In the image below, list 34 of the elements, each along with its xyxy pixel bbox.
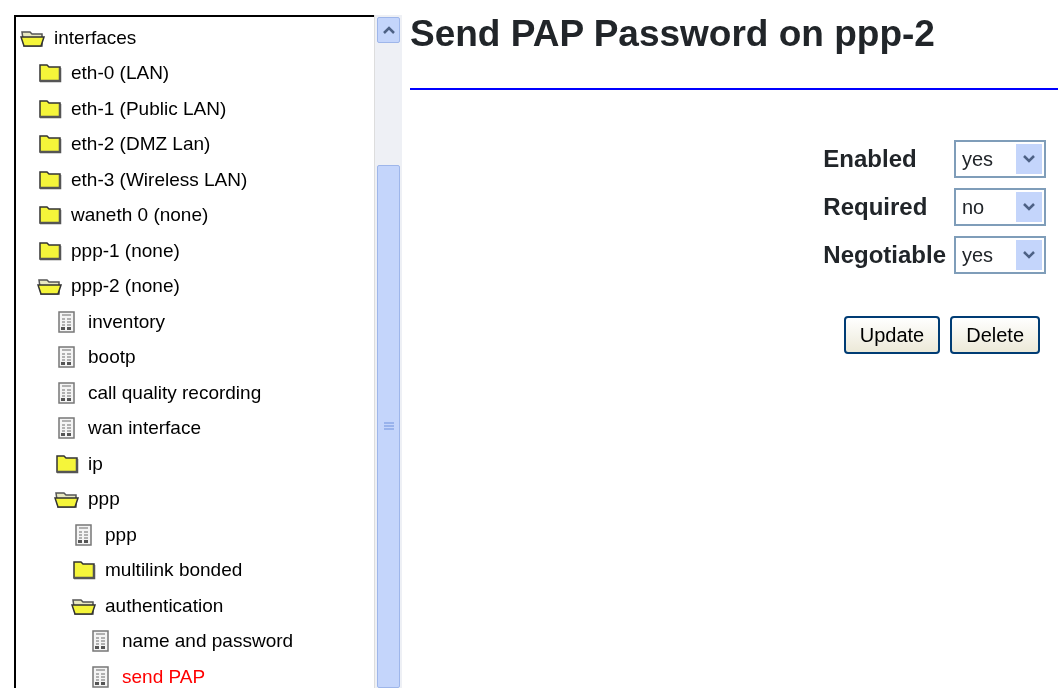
tree-item[interactable]: eth-1 (Public LAN)	[71, 94, 227, 123]
field-label: Negotiable	[823, 239, 946, 270]
tree-item[interactable]: eth-3 (Wireless LAN)	[71, 165, 248, 194]
dropdown[interactable]: yes	[954, 235, 1046, 274]
dropdown[interactable]: yes	[954, 139, 1046, 178]
tree-item[interactable]: send PAP	[122, 662, 206, 688]
tree-item[interactable]: inventory	[88, 307, 166, 336]
tree-item[interactable]: ppp-2 (none)	[71, 272, 180, 301]
tree-item[interactable]: call quality recording	[88, 378, 262, 407]
tree-item[interactable]: ppp	[105, 520, 137, 549]
grip-icon	[382, 421, 395, 432]
chevron-down-icon	[1023, 154, 1035, 163]
tree-item[interactable]: ppp	[88, 485, 120, 514]
field-label: Required	[823, 191, 929, 222]
form-button[interactable]: Delete	[950, 315, 1040, 354]
tree-item[interactable]: ppp-1 (none)	[71, 236, 180, 265]
page-title: Send PAP Password on ppp-2	[410, 14, 936, 55]
tree-item[interactable]: bootp	[88, 343, 136, 372]
tree-item[interactable]: interfaces	[54, 23, 137, 52]
form-button[interactable]: Update	[843, 315, 941, 354]
tree-item[interactable]: name and password	[122, 627, 294, 656]
dropdown[interactable]: no	[954, 187, 1046, 226]
chevron-down-icon	[1023, 250, 1035, 259]
field-label: Enabled	[823, 143, 918, 174]
tree-item[interactable]: ip	[88, 449, 103, 478]
tree-item[interactable]: multilink bonded	[105, 556, 243, 585]
chevron-down-icon	[1023, 202, 1035, 211]
tree-item[interactable]: wan interface	[88, 414, 201, 443]
tree-item[interactable]: eth-2 (DMZ Lan)	[71, 130, 211, 159]
scrollbar-thumb[interactable]	[377, 165, 400, 688]
tree-item[interactable]: authentication	[105, 591, 224, 620]
scroll-up-button[interactable]	[377, 17, 400, 43]
tree-item[interactable]: eth-0 (LAN)	[71, 59, 170, 88]
tree-item[interactable]: waneth 0 (none)	[71, 201, 209, 230]
